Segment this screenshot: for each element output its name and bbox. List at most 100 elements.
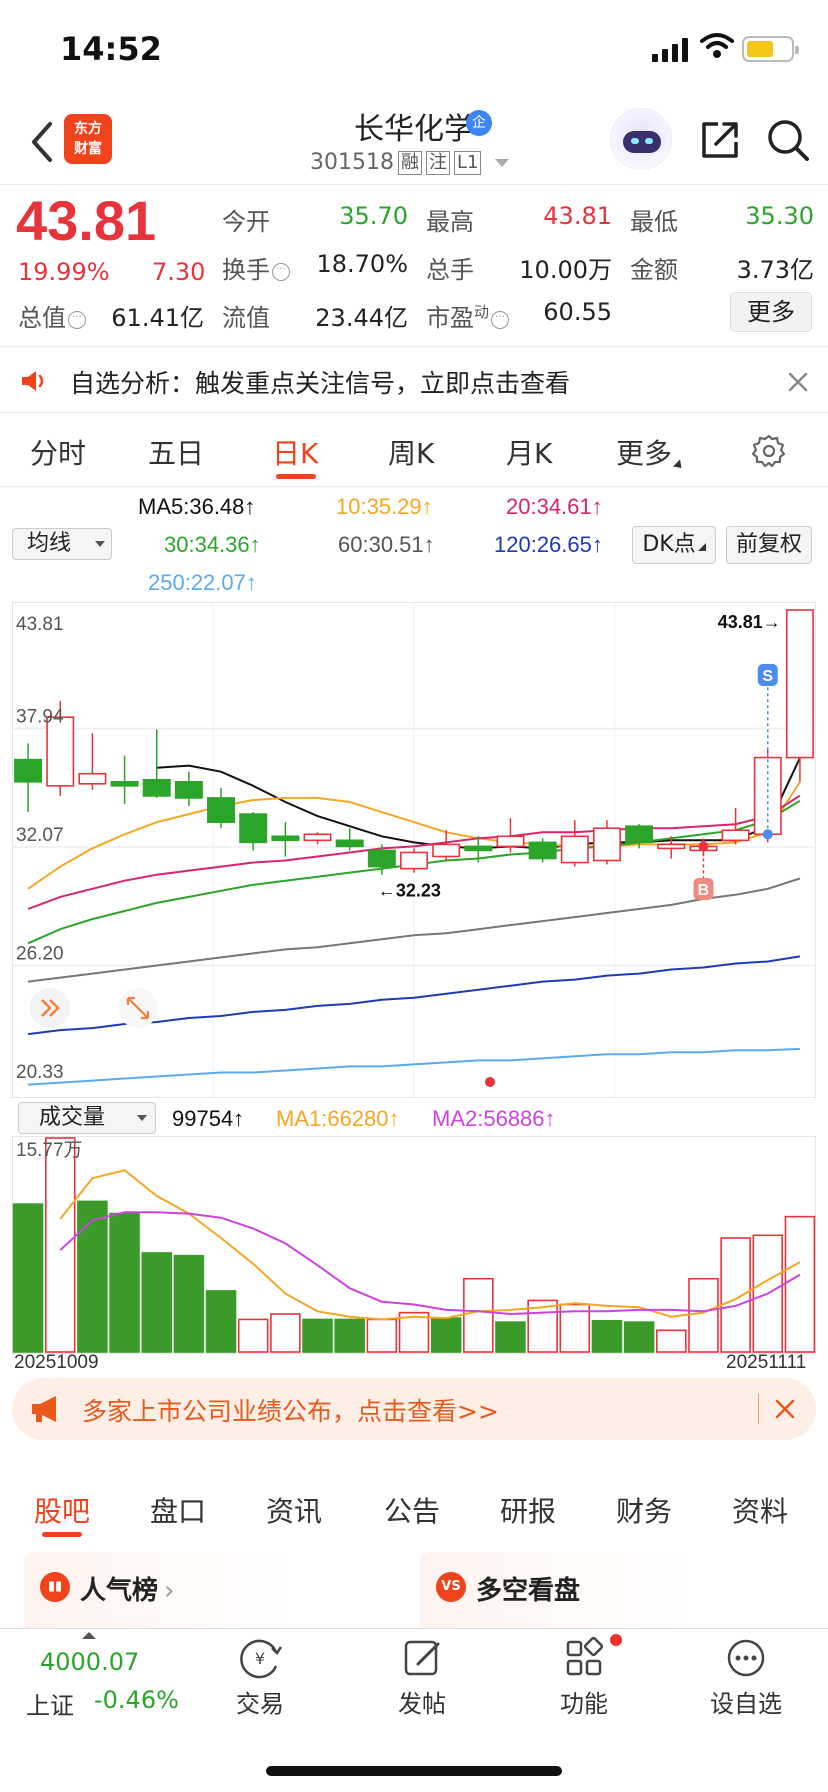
level1-tag: L1 [453,150,482,175]
functions-button[interactable]: 功能 [534,1636,634,1719]
volume-bar [109,1212,140,1353]
candle-body [560,835,589,864]
tab-news[interactable]: 资讯 [266,1490,322,1530]
low-price-marker: ←32.23 [378,881,441,901]
apps-icon [566,1636,604,1676]
volume-bar [591,1319,623,1353]
high-price-marker: 43.81→ [718,612,781,632]
index-name[interactable]: 上证 [26,1686,74,1721]
share-icon[interactable] [698,118,742,162]
volume-label: 总手 [426,256,474,284]
tab-daily-k[interactable]: 日K [272,432,318,472]
high-label: 最高 [426,208,474,236]
last-price: 43.81 [16,189,157,252]
tab-financials[interactable]: 财务 [616,1490,672,1530]
tab-more-periods[interactable]: 更多 [616,432,686,472]
volume-bar [270,1313,301,1353]
trade-icon: ¥ [240,1639,283,1679]
chevron-down-icon [95,541,105,547]
speaker-icon [22,371,44,391]
close-icon[interactable] [786,370,810,394]
amount-value: 3.73亿 [736,256,814,284]
candle-body [464,845,493,852]
tab-weekly-k[interactable]: 周K [388,432,434,472]
volume-bar [141,1252,172,1353]
candle-body [78,772,107,785]
ma250-value: 250:22.07↑ [148,570,257,595]
popularity-title[interactable]: 人气榜 › [80,1570,174,1607]
open-value: 35.70 [339,202,408,230]
info-dots-icon[interactable]: ··· [68,311,86,329]
tab-monthly-k[interactable]: 月K [506,432,552,472]
active-tab-indicator [276,474,316,479]
indicator-dropdown[interactable]: 均线 [12,528,112,560]
y-axis-label: 37.94 [16,707,64,728]
notice-text[interactable]: 自选分析：触发重点关注信号，立即点击查看 [70,364,570,400]
candle-body [625,825,654,844]
volume-bar [623,1321,655,1353]
volume-bar [688,1277,719,1353]
tab-profile[interactable]: 资料 [732,1490,788,1530]
banner-text[interactable]: 多家上市公司业绩公布，点击查看>> [82,1392,499,1428]
volume-bar [495,1321,526,1353]
volume-bar [205,1290,237,1353]
volume-bar [656,1329,687,1353]
tab-announcements[interactable]: 公告 [384,1490,440,1530]
volume-indicator-dropdown[interactable]: 成交量 [18,1102,156,1134]
tab-forum[interactable]: 股吧 [34,1490,90,1530]
bull-bear-title[interactable]: 多空看盘 [476,1570,580,1607]
ma60-value: 60:30.51↑ [338,532,435,557]
index-change[interactable]: -0.46% [94,1686,179,1714]
volume-current: 99754↑ [172,1106,245,1131]
market-cap-value: 61.41亿 [111,304,204,332]
volume-bar [44,1137,76,1353]
volume-bar [720,1237,751,1353]
post-button[interactable]: 发帖 [372,1636,472,1719]
search-icon[interactable] [766,118,810,162]
pe-value: 60.55 [543,298,612,326]
candle-body [657,843,686,850]
info-dots-icon[interactable]: ··· [272,263,290,281]
gear-icon[interactable] [752,434,786,468]
index-value[interactable]: 4000.07 [40,1648,139,1676]
tab-intraday[interactable]: 分时 [30,432,86,472]
ai-assistant-icon[interactable] [610,108,672,170]
sell-signal-label: S [762,668,773,685]
volume-bar [784,1215,816,1353]
sell-signal-dot [762,829,773,840]
candlestick-chart[interactable]: 43.81 37.94 32.07 26.20 20.33 43.81→ ←32.23 S B [12,602,816,1098]
dk-point-button[interactable]: DK点 [632,526,716,564]
volume-ma2: MA2:56886↑ [432,1106,556,1131]
volume-chart[interactable]: 15.77万 [12,1136,816,1354]
volume-bar [12,1203,44,1353]
more-circle-icon [727,1639,765,1677]
add-watchlist-button[interactable]: 设自选 [696,1636,796,1719]
candle-body [367,849,396,868]
stock-code-row[interactable]: 301518 融 注 L1 [310,150,510,175]
svg-text:¥: ¥ [255,1649,265,1668]
notification-dot [610,1634,622,1646]
float-cap-value: 23.44亿 [315,304,408,332]
header-divider [0,184,828,185]
volume-bar [334,1318,365,1353]
buy-signal-label: B [698,882,710,899]
ma30-value: 30:34.36↑ [164,532,261,557]
divider [0,346,828,347]
candle-body [785,609,814,759]
ma10-value: 10:35.29↑ [336,494,433,519]
trade-button[interactable]: ¥ 交易 [210,1636,310,1719]
more-quote-button[interactable]: 更多 [730,292,812,332]
candle-body [142,778,171,797]
tab-five-day[interactable]: 五日 [148,432,204,472]
turnover-label: 换手 ··· [222,250,290,285]
amount-label: 金额 [630,256,678,284]
expand-up-icon[interactable] [82,1632,96,1639]
battery-icon [742,36,799,62]
price-adjust-button[interactable]: 前复权 [726,526,812,564]
close-icon[interactable] [774,1398,796,1420]
candle-body [592,827,621,862]
tab-research[interactable]: 研报 [500,1490,556,1530]
cellular-signal-icon [652,38,688,62]
tab-order-book[interactable]: 盘口 [150,1490,206,1530]
change-amount: 7.30 [152,258,206,286]
